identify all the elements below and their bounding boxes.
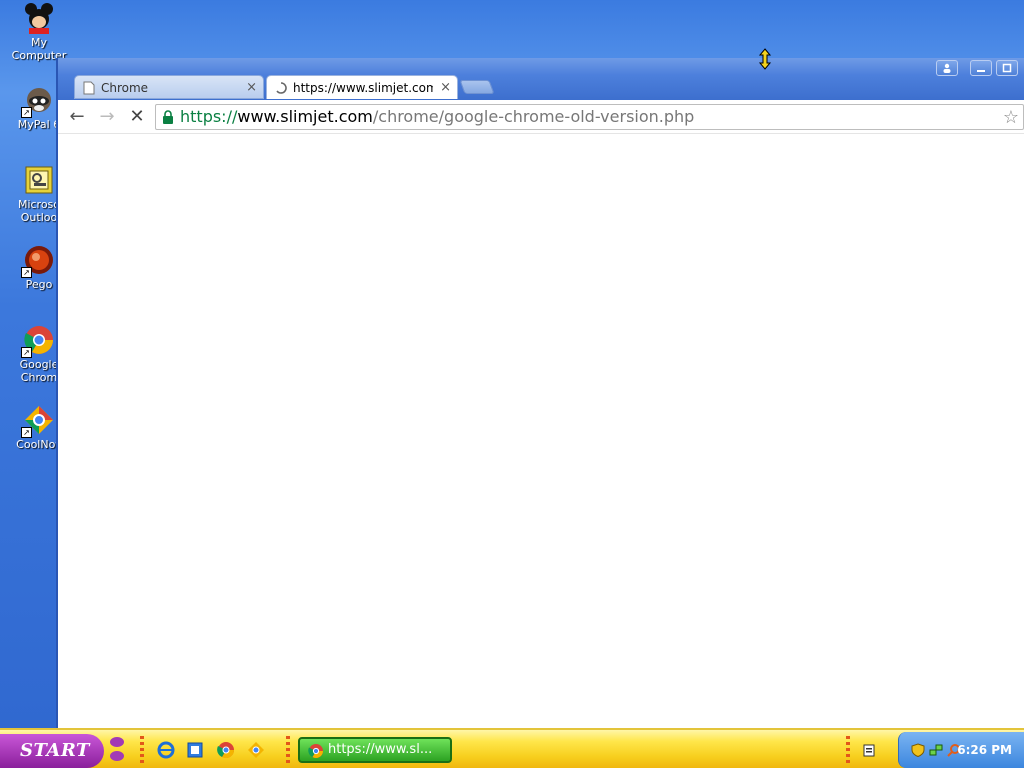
taskbar-button-label: https://www.sl... bbox=[328, 742, 433, 757]
bookmark-star-icon[interactable]: ☆ bbox=[1003, 106, 1019, 129]
toolbar-separator bbox=[846, 736, 850, 764]
raccoon-mypal-icon: ↗ bbox=[21, 84, 55, 118]
url-host: www.slimjet.com bbox=[237, 107, 373, 126]
pego-icon: ↗ bbox=[21, 244, 55, 278]
new-tab-button[interactable] bbox=[459, 80, 495, 94]
shortcut-arrow-icon: ↗ bbox=[21, 427, 32, 438]
network-icon[interactable] bbox=[929, 743, 943, 757]
minimize-button[interactable] bbox=[970, 60, 992, 76]
outlook-icon bbox=[23, 164, 55, 196]
desktop-icon-my-computer[interactable]: My Computer bbox=[4, 2, 74, 62]
shortcut-arrow-icon: ↗ bbox=[21, 267, 32, 278]
window-controls bbox=[936, 60, 1018, 76]
clock[interactable]: 6:26 PM bbox=[957, 732, 1012, 768]
profile-button[interactable] bbox=[936, 60, 958, 76]
url-scheme: https:// bbox=[180, 107, 238, 126]
shortcut-arrow-icon: ↗ bbox=[21, 107, 32, 118]
browser-toolbar: ← → ✕ https://www.slimjet.com/chrome/goo… bbox=[58, 100, 1024, 134]
mickey-computer-icon bbox=[23, 2, 55, 34]
minimize-icon bbox=[977, 70, 985, 72]
tab-title: https://www.slimjet.com/chrome/google-ch… bbox=[293, 81, 433, 95]
loading-spinner-icon bbox=[276, 82, 287, 94]
lock-icon bbox=[163, 110, 173, 124]
language-bar-icon[interactable] bbox=[862, 742, 876, 758]
toolbar-separator bbox=[286, 736, 290, 764]
security-shield-icon[interactable] bbox=[911, 743, 925, 757]
tab-chrome[interactable]: Chrome × bbox=[74, 75, 264, 99]
tab-slimjet[interactable]: https://www.slimjet.com/chrome/google-ch… bbox=[266, 75, 458, 99]
coolnovo-icon: ↗ bbox=[21, 404, 55, 438]
tab-close-button[interactable]: × bbox=[246, 76, 257, 98]
chrome-quicklaunch-icon[interactable] bbox=[217, 741, 235, 759]
chrome-icon: ↗ bbox=[21, 324, 55, 358]
outlook-express-icon[interactable] bbox=[186, 741, 204, 759]
browser-window: Chrome × https://www.slimjet.com/chrome/… bbox=[56, 58, 1024, 728]
forward-button[interactable]: → bbox=[96, 106, 118, 128]
address-bar[interactable]: https://www.slimjet.com/chrome/google-ch… bbox=[155, 104, 1024, 130]
resize-cursor-icon bbox=[758, 48, 772, 70]
toolbar-separator bbox=[140, 736, 144, 764]
shortcut-arrow-icon: ↗ bbox=[21, 347, 32, 358]
stop-button[interactable]: ✕ bbox=[126, 106, 148, 128]
page-content[interactable] bbox=[58, 134, 1024, 728]
window-titlebar[interactable]: Chrome × https://www.slimjet.com/chrome/… bbox=[58, 58, 1024, 100]
taskbar-button-browser[interactable]: https://www.sl... bbox=[298, 737, 452, 763]
url-path: /chrome/google-chrome-old-version.php bbox=[372, 107, 695, 126]
coolnovo-quicklaunch-icon[interactable] bbox=[247, 741, 265, 759]
tab-close-button[interactable]: × bbox=[440, 76, 451, 99]
tab-title: Chrome bbox=[101, 81, 149, 95]
taskbar: START https://www.sl... 6:26 PM bbox=[0, 728, 1024, 768]
internet-explorer-icon[interactable] bbox=[157, 741, 175, 759]
disney-ears-icon bbox=[110, 737, 124, 761]
start-button[interactable]: START bbox=[0, 734, 104, 768]
chrome-icon bbox=[308, 744, 323, 758]
back-button[interactable]: ← bbox=[66, 106, 88, 128]
page-icon bbox=[83, 81, 95, 95]
restore-icon bbox=[1002, 63, 1012, 73]
user-icon bbox=[943, 63, 951, 73]
system-tray: 6:26 PM bbox=[898, 732, 1024, 768]
restore-button[interactable] bbox=[996, 60, 1018, 76]
